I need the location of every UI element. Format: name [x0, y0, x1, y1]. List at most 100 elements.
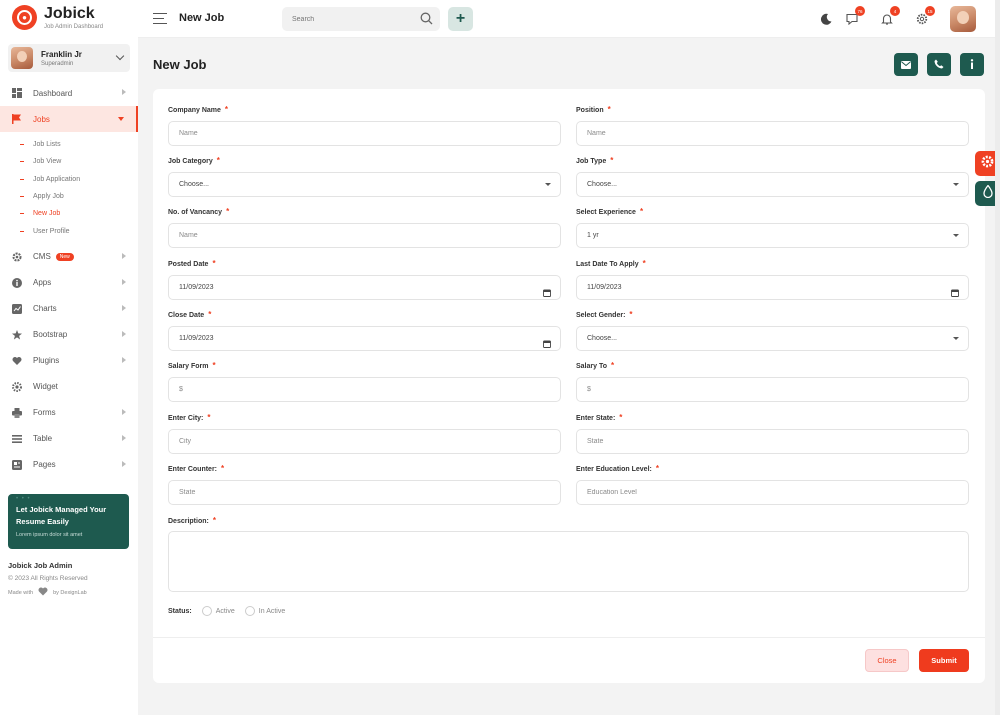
- sidebar: ● Jobick Job Admin Dashboard Franklin Jr…: [0, 0, 138, 715]
- search-icon[interactable]: [420, 12, 433, 30]
- message-icon[interactable]: 76: [844, 6, 865, 27]
- grid-icon: [12, 88, 22, 98]
- chevron-right-icon: [122, 89, 126, 95]
- dark-mode-moon-icon[interactable]: [818, 11, 834, 27]
- profile-dropdown[interactable]: Franklin Jr Superadmin: [8, 44, 130, 72]
- email-button[interactable]: [894, 53, 918, 76]
- salary-to-input[interactable]: [587, 386, 930, 393]
- promo-title: Let Jobick Managed Your Resume Easily: [16, 505, 107, 526]
- vacancy-group: No. of Vancancy *: [168, 207, 561, 248]
- field-label: Last Date To Apply *: [576, 259, 646, 268]
- sidebar-item-bootstrap[interactable]: Bootstrap: [0, 322, 138, 348]
- city-input[interactable]: [179, 438, 522, 445]
- footer-title: Jobick Job Admin: [8, 561, 73, 570]
- close-button[interactable]: Close: [865, 649, 909, 672]
- field-label: Close Date *: [168, 310, 212, 319]
- brand[interactable]: ● Jobick Job Admin Dashboard: [12, 5, 103, 30]
- brand-name: Jobick: [44, 4, 95, 22]
- chevron-right-icon: [122, 278, 126, 285]
- sidebar-item-cms[interactable]: CMS New: [0, 244, 138, 270]
- search-input[interactable]: [292, 15, 412, 23]
- position-group: Position *: [576, 105, 969, 146]
- bell-icon[interactable]: 4: [879, 6, 900, 27]
- posted-date-field[interactable]: 11/09/2023: [168, 275, 561, 300]
- experience-group: Select Experience * 1 yr: [576, 207, 969, 248]
- counter-field[interactable]: [168, 480, 561, 505]
- last-date-field[interactable]: 11/09/2023: [576, 275, 969, 300]
- field-label: Enter City: *: [168, 413, 211, 422]
- phone-button[interactable]: [927, 53, 951, 76]
- company-name-group: Company Name *: [168, 105, 561, 146]
- user-avatar[interactable]: [950, 6, 976, 32]
- status-inactive-radio[interactable]: [244, 606, 255, 616]
- city-group: Enter City: *: [168, 413, 561, 454]
- vacancy-input[interactable]: [179, 232, 522, 239]
- made-by-text[interactable]: by DexignLab: [53, 590, 87, 596]
- submenu-item-apply-job[interactable]: Apply Job: [20, 188, 138, 205]
- description-textarea[interactable]: [168, 531, 969, 592]
- state-input[interactable]: [587, 438, 930, 445]
- search-box: [282, 7, 440, 31]
- salary-to-field[interactable]: [576, 377, 969, 402]
- form-divider: [153, 637, 985, 638]
- education-field[interactable]: [576, 480, 969, 505]
- page-scrollbar[interactable]: [995, 0, 1000, 715]
- submenu-item-user-profile[interactable]: User Profile: [20, 222, 138, 239]
- sidebar-item-widget[interactable]: Widget: [0, 374, 138, 400]
- promo-card: • • • Let Jobick Managed Your Resume Eas…: [8, 494, 129, 549]
- salary-from-field[interactable]: [168, 377, 561, 402]
- close-date-group: Close Date * 11/09/2023: [168, 310, 561, 351]
- company-name-input[interactable]: [179, 130, 522, 137]
- city-field[interactable]: [168, 429, 561, 454]
- company-name-field[interactable]: [168, 121, 561, 146]
- chevron-right-icon: [122, 408, 126, 415]
- new-badge: New: [55, 252, 74, 261]
- sidebar-item-forms[interactable]: Forms: [0, 400, 138, 426]
- experience-select[interactable]: 1 yr: [576, 223, 969, 248]
- salary-from-input[interactable]: [179, 386, 522, 393]
- sidebar-item-dashboard[interactable]: Dashboard: [0, 80, 138, 106]
- sidebar-item-plugins[interactable]: Plugins: [0, 348, 138, 374]
- submenu-item-job-lists[interactable]: Job Lists: [20, 136, 138, 153]
- sidebar-item-jobs[interactable]: Jobs: [0, 106, 138, 132]
- add-button[interactable]: +: [448, 7, 473, 31]
- vacancy-field[interactable]: [168, 223, 561, 248]
- sidebar-item-apps[interactable]: Apps: [0, 270, 138, 296]
- submenu-item-job-view[interactable]: Job View: [20, 153, 138, 170]
- position-field[interactable]: [576, 121, 969, 146]
- sidebar-item-table[interactable]: Table: [0, 426, 138, 452]
- sidebar-item-label: Table: [33, 434, 53, 444]
- gender-select[interactable]: Choose...: [576, 326, 969, 351]
- printer-icon: [12, 407, 22, 418]
- field-label: Select Gender: *: [576, 310, 633, 319]
- education-input[interactable]: [587, 489, 930, 496]
- gender-group: Select Gender: * Choose...: [576, 310, 969, 351]
- promo-text: Lorem ipsum dolor sit amet: [16, 532, 83, 538]
- submenu-item-new-job[interactable]: New Job: [20, 205, 138, 222]
- field-label: No. of Vancancy *: [168, 207, 230, 216]
- job-category-select[interactable]: Choose...: [168, 172, 561, 197]
- submit-button[interactable]: Submit: [919, 649, 969, 672]
- calendar-icon[interactable]: [543, 284, 551, 302]
- close-date-field[interactable]: 11/09/2023: [168, 326, 561, 351]
- submenu-item-job-application[interactable]: Job Application: [20, 171, 138, 188]
- header-title: New Job: [179, 12, 225, 24]
- position-input[interactable]: [587, 130, 930, 137]
- info-button[interactable]: [960, 53, 984, 76]
- gear-icon: [981, 155, 994, 173]
- status-active-radio[interactable]: [201, 606, 212, 616]
- salary-to-group: Salary To *: [576, 361, 969, 402]
- job-type-select[interactable]: Choose...: [576, 172, 969, 197]
- radio-label: Active: [215, 607, 235, 615]
- chevron-right-icon: [122, 330, 126, 337]
- sidebar-item-label: Charts: [33, 304, 57, 314]
- state-field[interactable]: [576, 429, 969, 454]
- counter-input[interactable]: [179, 489, 522, 496]
- hamburger-menu-icon[interactable]: [153, 13, 167, 27]
- calendar-icon[interactable]: [951, 284, 959, 302]
- calendar-icon[interactable]: [543, 335, 551, 353]
- sidebar-item-charts[interactable]: Charts: [0, 296, 138, 322]
- chevron-right-icon: [122, 304, 126, 311]
- settings-gear-icon[interactable]: 15: [914, 6, 935, 27]
- sidebar-item-pages[interactable]: Pages: [0, 452, 138, 478]
